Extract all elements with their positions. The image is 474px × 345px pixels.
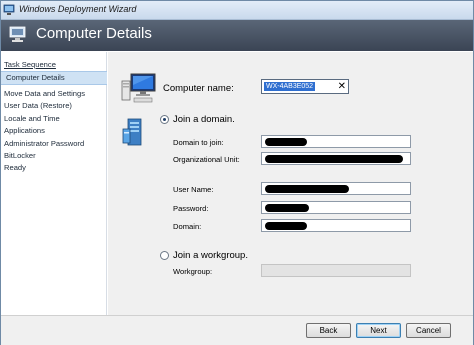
organizational-unit-field[interactable] [261,152,411,165]
wizard-window: Windows Deployment Wizard Computer Detai… [0,0,474,345]
domain-field[interactable] [261,219,411,232]
domain-server-icon [122,118,142,146]
workgroup-field[interactable] [261,264,411,277]
redacted-value [265,138,307,146]
sidebar-item-administrator-password[interactable]: Administrator Password [4,138,84,150]
sidebar-item-computer-details[interactable]: Computer Details [1,71,107,85]
redacted-value [265,155,403,163]
join-workgroup-radio[interactable] [160,251,169,260]
wizard-banner: Computer Details [1,20,473,51]
domain-label: Domain: [173,222,202,231]
redacted-value [265,222,307,230]
computer-name-value: WX-4AB3E052 [262,81,317,92]
title-bar: Windows Deployment Wizard [1,1,473,20]
back-button[interactable]: Back [306,323,351,338]
next-button[interactable]: Next [356,323,401,338]
redacted-value [265,204,309,212]
sidebar-item-user-data-restore[interactable]: User Data (Restore) [4,100,72,112]
wizard-footer: Back Next Cancel [1,315,473,345]
organizational-unit-label: Organizational Unit: [173,155,240,164]
computer-icon [121,73,156,103]
join-workgroup-label[interactable]: Join a workgroup. [173,250,248,261]
close-icon[interactable]: ✕ [338,80,346,93]
redacted-value [265,185,349,193]
cancel-button[interactable]: Cancel [406,323,451,338]
password-field[interactable] [261,201,411,214]
domain-to-join-field[interactable] [261,135,411,148]
sidebar-item-ready[interactable]: Ready [4,162,26,174]
join-domain-label[interactable]: Join a domain. [173,114,235,125]
computer-name-label: Computer name: [163,83,234,94]
sidebar-item-applications[interactable]: Applications [4,125,45,137]
user-name-label: User Name: [173,185,214,194]
domain-to-join-label: Domain to join: [173,138,224,147]
sidebar-item-move-data[interactable]: Move Data and Settings [4,88,85,100]
sidebar-item-task-sequence[interactable]: Task Sequence [4,59,56,71]
workgroup-label: Workgroup: [173,267,213,276]
page-title: Computer Details [36,25,152,42]
wizard-step-list: Task Sequence Computer Details Move Data… [1,52,107,315]
wizard-app-icon [3,4,15,15]
sidebar-item-locale-time[interactable]: Locale and Time [4,113,60,125]
password-label: Password: [173,204,209,213]
wizard-computer-icon [9,26,26,42]
sidebar-item-bitlocker[interactable]: BitLocker [4,150,36,162]
user-name-field[interactable] [261,182,411,195]
window-title: Windows Deployment Wizard [19,4,137,14]
wizard-content-pane: Computer name: WX-4AB3E052 ✕ Join a doma… [108,52,473,315]
computer-name-field[interactable]: WX-4AB3E052 ✕ [261,79,349,94]
join-domain-radio[interactable] [160,115,169,124]
